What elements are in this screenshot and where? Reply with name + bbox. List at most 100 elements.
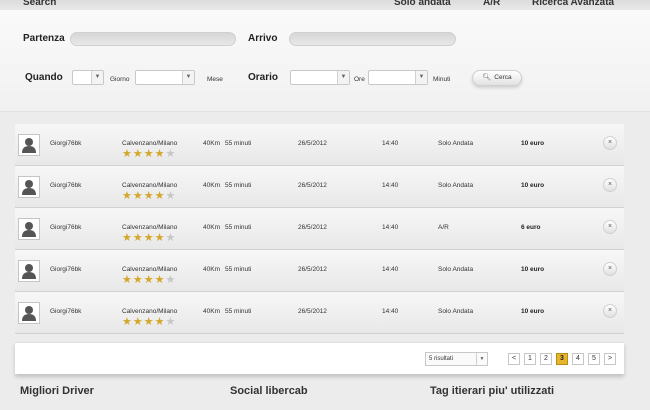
avatar[interactable] [18,260,40,282]
close-icon[interactable]: × [603,304,617,318]
star-filled-icon: ★ [132,274,144,286]
rating-stars: ★★★★★ [122,275,176,286]
star-filled-icon: ★ [122,190,133,202]
distance: 40Km [203,224,220,231]
date: 26/5/2012 [298,308,327,315]
duration: 55 minuti [225,140,252,147]
star-empty-icon: ★ [165,148,177,160]
date: 26/5/2012 [298,266,327,273]
price: 10 euro [521,308,545,315]
tab-solo-andata[interactable]: Solo andata [394,0,451,8]
price: 10 euro [521,140,545,147]
star-filled-icon: ★ [122,316,133,328]
chevron-down-icon: ▼ [415,71,427,84]
time: 14:40 [382,266,399,273]
result-row[interactable]: Giorgi76bk Calvenzano/Milano ★★★★★ 40Km … [15,208,624,250]
tag-heading: Tag itierari piu' utilizzati [430,385,555,397]
cerca-button-label: Cerca [494,74,512,81]
route: Calvenzano/Milano [122,308,178,315]
quando-label: Quando [25,72,63,83]
pagination-prev[interactable]: < [508,353,520,365]
arrivo-label: Arrivo [248,33,278,44]
search-heading: Search [23,0,57,8]
star-filled-icon: ★ [132,148,144,160]
close-icon[interactable]: × [603,262,617,276]
username[interactable]: Giorgi76bk [50,266,81,273]
star-filled-icon: ★ [143,316,155,328]
rating-stars: ★★★★★ [122,191,176,202]
star-filled-icon: ★ [154,232,166,244]
trip-type: Solo Andata [438,266,474,273]
result-row[interactable]: Giorgi76bk Calvenzano/Milano ★★★★★ 40Km … [15,250,624,292]
user-silhouette-icon [22,222,36,237]
chevron-down-icon: ▼ [337,71,349,84]
price: 10 euro [521,182,545,189]
star-filled-icon: ★ [143,148,155,160]
tab-ricerca-avanzata[interactable]: Ricerca Avanzata [532,0,614,8]
pagination-page[interactable]: 1 [524,353,536,365]
minuti-label: Minuti [433,76,451,83]
orario-select[interactable]: ▼ [290,70,350,85]
pagination-page-current[interactable]: 3 [556,353,568,365]
social-heading: Social libercab [230,385,308,397]
pagination-page[interactable]: 4 [572,353,584,365]
star-filled-icon: ★ [154,316,166,328]
quando-select[interactable]: ▼ [72,70,104,85]
partenza-label: Partenza [23,33,65,44]
cerca-button[interactable]: 🔍︎ Cerca [472,70,522,86]
username[interactable]: Giorgi76bk [50,140,81,147]
avatar[interactable] [18,134,40,156]
results-list: Giorgi76bk Calvenzano/Milano ★★★★★ 40Km … [15,124,624,334]
pagination-page[interactable]: 2 [540,353,552,365]
partenza-input[interactable] [70,32,236,46]
star-filled-icon: ★ [122,274,133,286]
pagination-page[interactable]: 5 [588,353,600,365]
star-filled-icon: ★ [143,190,155,202]
duration: 55 minuti [225,224,252,231]
result-row[interactable]: Giorgi76bk Calvenzano/Milano ★★★★★ 40Km … [15,292,624,334]
star-empty-icon: ★ [165,316,177,328]
avatar[interactable] [18,302,40,324]
tab-andata-ritorno[interactable]: A/R [483,0,500,8]
date: 26/5/2012 [298,224,327,231]
star-filled-icon: ★ [154,148,166,160]
results-per-page-value: 5 risultati [429,356,454,362]
route: Calvenzano/Milano [122,140,178,147]
star-filled-icon: ★ [154,190,166,202]
time: 14:40 [382,140,399,147]
user-silhouette-icon [22,306,36,321]
giorno-select[interactable]: ▼ [135,70,195,85]
user-silhouette-icon [22,138,36,153]
duration: 55 minuti [225,182,252,189]
chevron-down-icon: ▼ [476,353,487,365]
avatar[interactable] [18,218,40,240]
ore-label: Ore [354,76,365,83]
close-icon[interactable]: × [603,136,617,150]
result-row[interactable]: Giorgi76bk Calvenzano/Milano ★★★★★ 40Km … [15,166,624,208]
time: 14:40 [382,308,399,315]
trip-type: Solo Andata [438,308,474,315]
arrivo-input[interactable] [289,32,456,46]
username[interactable]: Giorgi76bk [50,182,81,189]
trip-type: Solo Andata [438,182,474,189]
route: Calvenzano/Milano [122,266,178,273]
ore-select[interactable]: ▼ [368,70,428,85]
star-filled-icon: ★ [143,274,155,286]
distance: 40Km [203,266,220,273]
username[interactable]: Giorgi76bk [50,308,81,315]
distance: 40Km [203,140,220,147]
search-icon: 🔍︎ [482,74,492,81]
route: Calvenzano/Milano [122,224,178,231]
price: 6 euro [521,224,541,231]
username[interactable]: Giorgi76bk [50,224,81,231]
user-silhouette-icon [22,180,36,195]
pagination-next[interactable]: > [604,353,616,365]
giorno-label: Giorno [110,76,130,83]
results-per-page-select[interactable]: 5 risultati ▼ [425,352,488,366]
duration: 55 minuti [225,266,252,273]
star-filled-icon: ★ [122,148,133,160]
avatar[interactable] [18,176,40,198]
close-icon[interactable]: × [603,220,617,234]
close-icon[interactable]: × [603,178,617,192]
result-row[interactable]: Giorgi76bk Calvenzano/Milano ★★★★★ 40Km … [15,124,624,166]
